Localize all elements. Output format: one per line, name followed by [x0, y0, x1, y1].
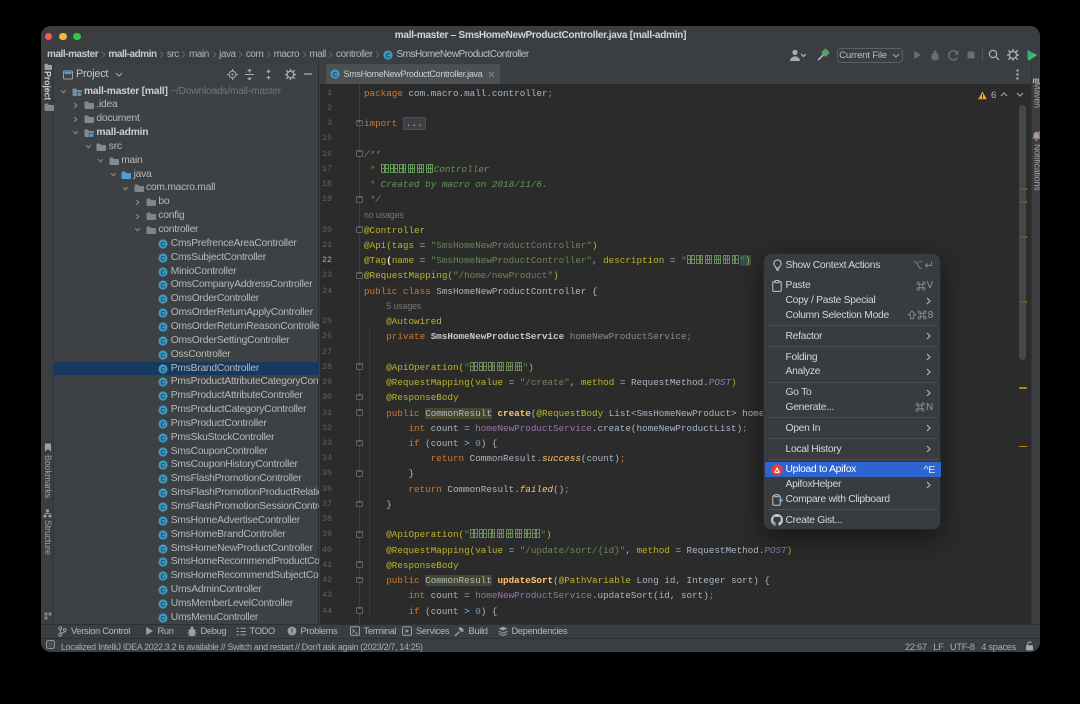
svg-text:C: C	[161, 255, 166, 262]
svg-text:C: C	[161, 560, 166, 567]
svg-text:C: C	[161, 546, 166, 553]
svg-text:C: C	[161, 477, 166, 484]
svg-text:C: C	[161, 297, 166, 304]
svg-text:C: C	[161, 310, 166, 317]
svg-text:C: C	[161, 491, 166, 498]
svg-text:C: C	[161, 394, 166, 401]
svg-text:C: C	[161, 366, 166, 373]
svg-text:C: C	[161, 587, 166, 594]
svg-text:C: C	[161, 518, 166, 525]
svg-text:C: C	[161, 324, 166, 331]
svg-text:C: C	[161, 380, 166, 387]
svg-text:C: C	[161, 269, 166, 276]
svg-text:C: C	[161, 463, 166, 470]
svg-text:C: C	[161, 435, 166, 442]
svg-text:C: C	[161, 504, 166, 511]
svg-text:C: C	[161, 532, 166, 539]
svg-text:C: C	[161, 449, 166, 456]
svg-text:C: C	[332, 71, 337, 78]
svg-text:C: C	[161, 338, 166, 345]
svg-text:C: C	[161, 352, 166, 359]
svg-text:C: C	[161, 283, 166, 290]
svg-text:C: C	[161, 421, 166, 428]
svg-text:C: C	[161, 241, 166, 248]
svg-text:C: C	[161, 601, 166, 608]
svg-text:C: C	[161, 407, 166, 414]
svg-text:C: C	[161, 615, 166, 622]
svg-text:C: C	[161, 574, 166, 581]
